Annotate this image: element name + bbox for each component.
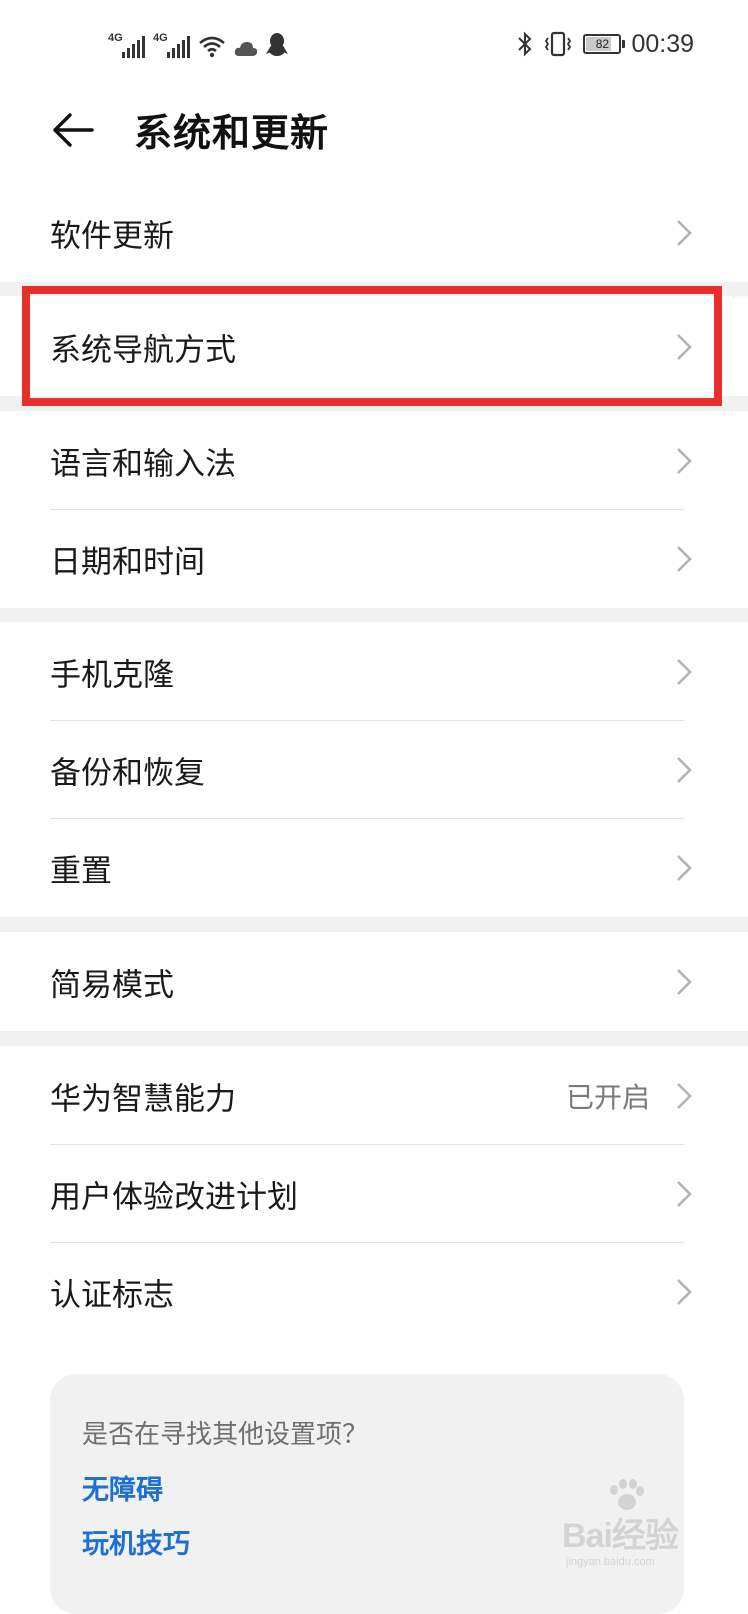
- watermark-subtext: jingyan.baidu.com: [566, 1556, 655, 1568]
- bluetooth-icon: [518, 31, 532, 57]
- chevron-right-icon: [677, 546, 692, 572]
- settings-item-certification[interactable]: 认证标志: [0, 1243, 748, 1341]
- group-separator: [0, 606, 748, 622]
- settings-group-software: 软件更新: [0, 184, 748, 282]
- signal-icon: 4G: [108, 32, 145, 58]
- page-title: 系统和更新: [134, 111, 330, 155]
- settings-item-label: 认证标志: [50, 1277, 174, 1314]
- chevron-right-icon: [677, 448, 692, 474]
- chevron-right-icon: [677, 855, 692, 881]
- settings-item-label: 语言和输入法: [50, 446, 236, 483]
- chevron-right-icon: [677, 1279, 692, 1305]
- baidu-watermark: Bai经验 jingyan.baidu.com: [562, 1478, 692, 1578]
- chevron-right-icon: [677, 1181, 692, 1207]
- settings-item-label: 华为智慧能力: [50, 1081, 236, 1118]
- wifi-icon: [199, 36, 225, 58]
- group-separator: [0, 1030, 748, 1046]
- settings-group-huawei: 华为智慧能力 已开启 用户体验改进计划 认证标志: [0, 1047, 748, 1341]
- status-right: 82 00:39: [517, 28, 694, 60]
- network-type: 4G: [153, 32, 168, 44]
- settings-item-software-update[interactable]: 软件更新: [0, 184, 748, 282]
- settings-item-label: 简易模式: [50, 967, 174, 1004]
- group-separator: [0, 916, 748, 932]
- clock: 00:39: [631, 29, 694, 58]
- watermark-text: Bai经验: [562, 1517, 679, 1555]
- link-accessibility[interactable]: 无障碍: [82, 1468, 163, 1507]
- settings-item-label: 重置: [50, 853, 112, 890]
- settings-item-user-experience[interactable]: 用户体验改进计划: [0, 1145, 748, 1243]
- settings-item-status: 已开启: [565, 1081, 650, 1114]
- settings-item-phone-clone[interactable]: 手机克隆: [0, 623, 748, 721]
- settings-item-huawei-assistant[interactable]: 华为智慧能力 已开启: [0, 1047, 748, 1145]
- settings-item-date-time[interactable]: 日期和时间: [0, 510, 748, 608]
- settings-group-backup: 手机克隆 备份和恢复 重置: [0, 623, 748, 917]
- chevron-right-icon: [677, 969, 692, 995]
- cloud-icon: [234, 42, 258, 56]
- settings-item-label: 软件更新: [50, 218, 174, 255]
- signal-icon: 4G: [153, 32, 190, 58]
- paw-icon: [610, 1479, 644, 1510]
- settings-item-label: 日期和时间: [50, 544, 205, 581]
- chevron-right-icon: [677, 220, 692, 246]
- settings-item-simple-mode[interactable]: 简易模式: [0, 933, 748, 1031]
- settings-group-simple: 简易模式: [0, 933, 748, 1031]
- status-left: 4G 4G: [108, 26, 288, 58]
- settings-group-language: 语言和输入法 日期和时间: [0, 412, 748, 608]
- battery-icon: 82: [583, 34, 626, 54]
- chevron-right-icon: [677, 757, 692, 783]
- settings-item-label: 手机克隆: [50, 657, 174, 694]
- network-type: 4G: [108, 32, 123, 44]
- link-tips[interactable]: 玩机技巧: [82, 1522, 190, 1561]
- qq-icon: [266, 33, 288, 56]
- back-arrow-icon[interactable]: [52, 108, 96, 152]
- settings-item-reset[interactable]: 重置: [0, 819, 748, 917]
- chevron-right-icon: [677, 659, 692, 685]
- app-header: 系统和更新: [0, 92, 748, 172]
- chevron-right-icon: [677, 1083, 692, 1109]
- vibrate-icon: [545, 31, 572, 57]
- settings-item-label: 用户体验改进计划: [50, 1179, 298, 1216]
- settings-item-label: 备份和恢复: [50, 755, 205, 792]
- battery-level: 82: [595, 37, 610, 51]
- status-bar: 4G 4G 82 00:39: [0, 0, 748, 86]
- highlight-box: [22, 286, 722, 406]
- settings-item-language-input[interactable]: 语言和输入法: [0, 412, 748, 510]
- settings-item-backup-restore[interactable]: 备份和恢复: [0, 721, 748, 819]
- suggestion-question: 是否在寻找其他设置项？: [82, 1420, 369, 1450]
